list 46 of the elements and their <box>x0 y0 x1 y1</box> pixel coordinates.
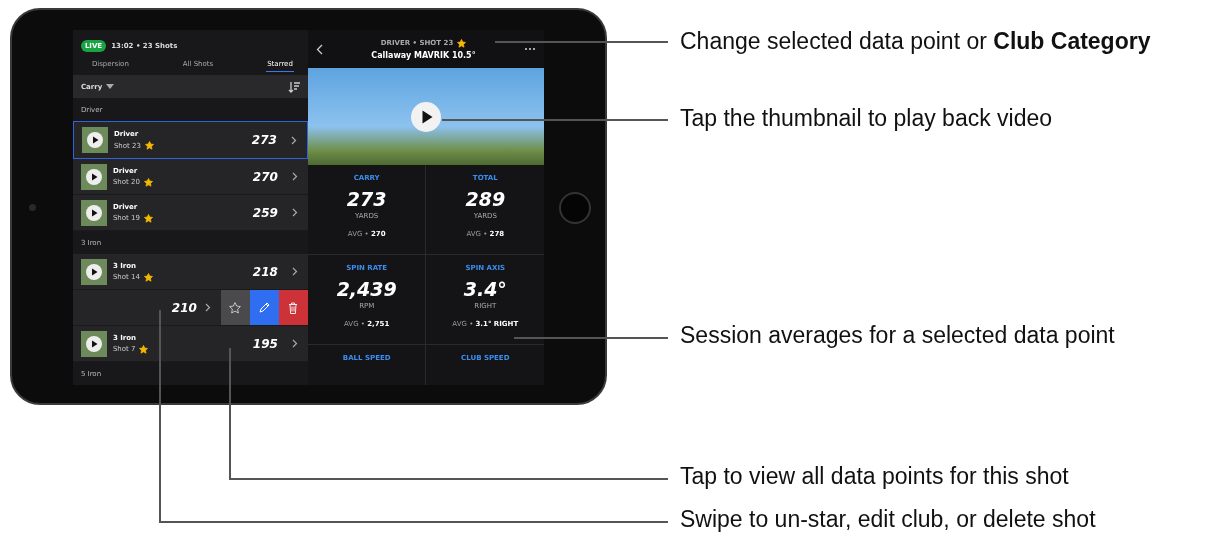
back-icon[interactable] <box>315 43 323 55</box>
video-placeholder[interactable] <box>307 68 545 165</box>
video-thumbnail[interactable] <box>81 127 108 153</box>
sort-icon[interactable] <box>287 80 300 93</box>
metric-value: 289 <box>465 188 506 210</box>
metric-value: 3.4° <box>463 278 507 300</box>
caret-icon <box>106 84 115 89</box>
carry-value: 273 <box>251 133 277 147</box>
carry-value: 195 <box>252 336 278 351</box>
callout-text: Tap to view all data points for this shot <box>680 463 1069 490</box>
camera-icon <box>28 204 36 211</box>
play-icon <box>86 132 103 148</box>
play-icon <box>85 204 102 221</box>
chevron-right-icon <box>291 267 298 276</box>
play-icon <box>85 335 102 352</box>
play-icon[interactable] <box>411 101 441 132</box>
pencil-icon <box>258 301 271 314</box>
video-thumbnail[interactable] <box>80 199 107 226</box>
callout-text: Change selected data point or Club Category <box>680 28 1151 55</box>
video-thumbnail[interactable] <box>80 163 107 190</box>
more-icon[interactable] <box>524 47 537 51</box>
unstar-button[interactable] <box>220 290 250 325</box>
edit-button[interactable] <box>249 290 279 325</box>
carry-value: 218 <box>252 264 278 279</box>
chevron-right-icon <box>290 135 297 145</box>
play-icon <box>85 263 102 280</box>
video-thumbnail[interactable] <box>80 330 107 357</box>
carry-value: 210 <box>171 300 197 315</box>
chevron-right-icon <box>291 208 298 217</box>
chevron-right-icon <box>291 339 298 348</box>
trash-icon <box>288 301 299 314</box>
video-thumbnail[interactable] <box>80 258 107 285</box>
star-icon <box>229 301 242 314</box>
callout-text: Swipe to un-star, edit club, or delete shot <box>680 506 1096 533</box>
callout-text: Session averages for a selected data point <box>680 322 1115 349</box>
carry-value: 270 <box>252 169 278 184</box>
callout-text: Tap the thumbnail to play back video <box>680 105 1053 132</box>
play-icon <box>85 168 102 185</box>
delete-button[interactable] <box>278 290 308 325</box>
metric-value: 2,439 <box>336 278 397 300</box>
metric-value: 273 <box>346 188 387 210</box>
chevron-right-icon <box>291 172 298 181</box>
club-title: Callaway MAVRIK 10.5° <box>371 50 476 60</box>
carry-value: 259 <box>252 205 278 220</box>
swiped-shot-row[interactable]: 210 <box>72 290 308 326</box>
chevron-right-icon <box>204 303 211 312</box>
